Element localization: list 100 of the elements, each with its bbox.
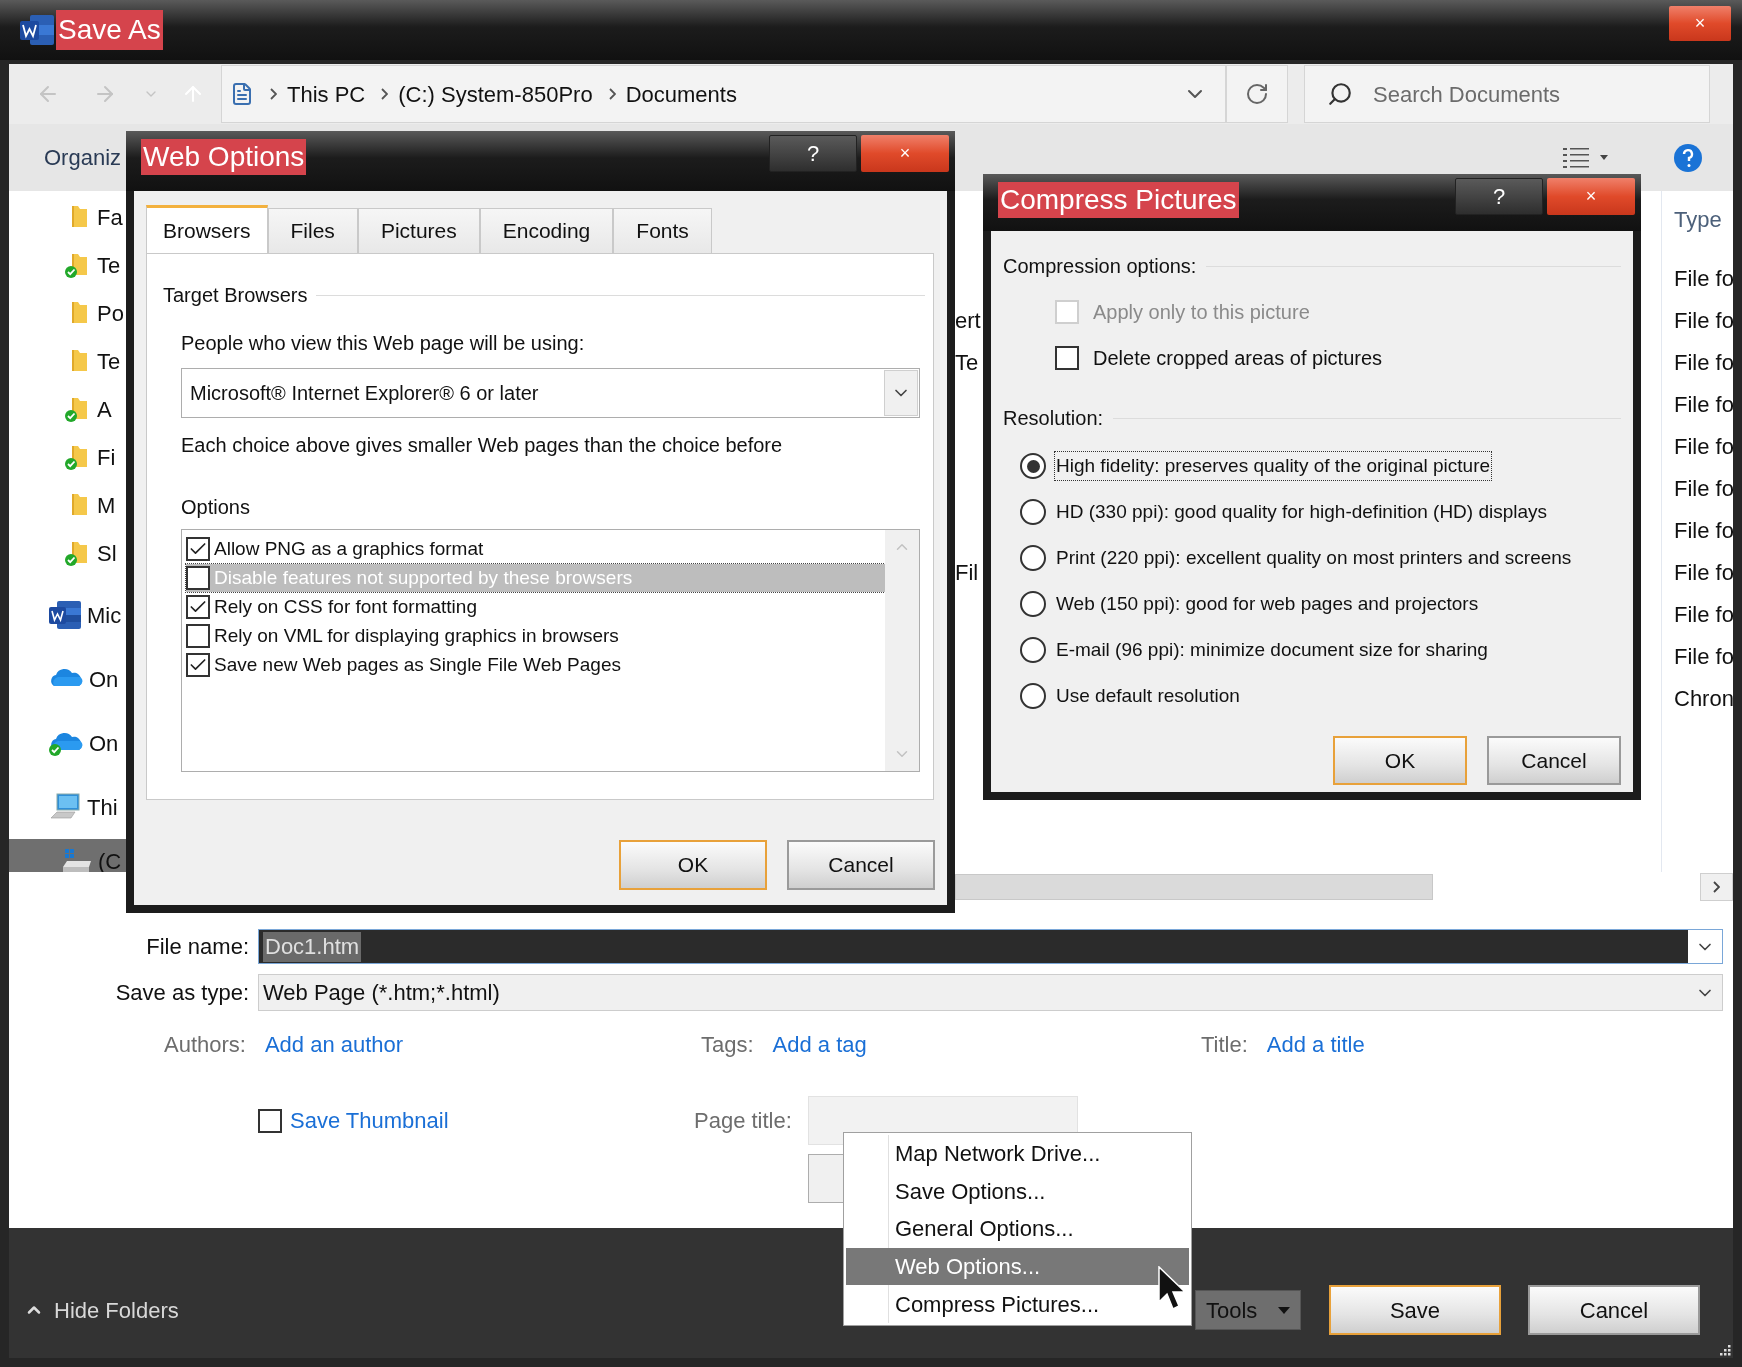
file-type-cell-text: File fo [1674,600,1733,629]
sidebar-item[interactable]: M [9,481,126,529]
radio-button[interactable] [1020,683,1046,709]
radio-label[interactable]: High fidelity: preserves quality of the original picture [1055,451,1492,481]
options-label: Options [181,495,251,520]
menu-item[interactable]: Web Options... [846,1247,1189,1286]
search-field[interactable]: Search Documents [1304,65,1710,123]
group-label: Compression options: [1003,254,1197,279]
synced-folder-icon [65,539,89,567]
search-icon [1327,81,1353,107]
checkbox[interactable] [186,537,210,561]
refresh-button[interactable] [1226,65,1288,123]
tab[interactable]: Fonts [613,208,712,253]
ok-button[interactable]: OK [1333,736,1467,785]
ok-button[interactable]: OK [619,840,767,890]
menu-item[interactable]: Map Network Drive... [846,1135,1189,1173]
sidebar-item[interactable]: Thi [9,775,126,839]
sidebar-item[interactable]: Fi [9,433,126,481]
property-label: Tags: [701,1030,754,1059]
radio-button[interactable] [1020,637,1046,663]
save-thumbnail-label[interactable]: Save Thumbnail [290,1104,449,1137]
sidebar-item[interactable]: A [9,385,126,433]
menu-item[interactable]: Save Options... [846,1172,1189,1211]
address-bar[interactable]: This PC (C:) System-850Pro Documents [221,65,1226,123]
cancel-button[interactable]: Cancel [1487,736,1621,785]
radio-label[interactable]: Print (220 ppi): excellent quality on most printers and screens [1055,543,1573,573]
radio-label[interactable]: E-mail (96 ppi): minimize document size for sharing [1055,635,1489,665]
cancel-button[interactable]: Cancel [1528,1285,1700,1335]
property-link[interactable]: Add a title [1266,1027,1365,1061]
cancel-button[interactable]: Cancel [787,840,935,890]
sidebar-item[interactable]: Fa [9,193,126,241]
window-title: Save As [56,10,163,50]
property-link[interactable]: Add an author [264,1027,404,1061]
sidebar-item[interactable]: Po [9,289,126,337]
tab[interactable]: Encoding [479,208,614,253]
column-header[interactable]: Type [1674,202,1722,236]
option-item[interactable]: Rely on CSS for font formatting [186,593,885,621]
file-type-cell-text: File fo [1674,558,1733,587]
option-item[interactable]: Rely on VML for displaying graphics in browsers [186,622,885,650]
radio-button[interactable] [1020,453,1046,479]
search-input[interactable]: Search Documents [1373,77,1693,111]
property-link[interactable]: Add a tag [772,1027,867,1061]
hide-folders-button[interactable]: Hide Folders [24,1293,179,1327]
scroll-right-button[interactable] [1700,873,1733,901]
radio-label[interactable]: Web (150 ppi): good for web pages and projectors [1055,589,1480,619]
checkbox[interactable] [1055,346,1079,370]
help-icon[interactable] [1673,142,1703,173]
menu-item[interactable]: General Options... [846,1210,1189,1248]
checkbox[interactable] [186,653,210,677]
thumbnail-checkbox[interactable] [258,1108,282,1133]
close-button[interactable]: × [861,135,949,172]
checkbox[interactable] [186,595,210,619]
option-item[interactable]: Allow PNG as a graphics format [186,535,885,563]
scrollbar-thumb[interactable] [955,874,1433,900]
option-item[interactable]: Save new Web pages as Single File Web Pages [186,651,885,679]
group-label: Resolution: [1003,406,1104,431]
sidebar-item[interactable]: Te [9,241,126,289]
chevron-right-icon [1713,881,1720,893]
sidebar-item[interactable]: On [9,711,126,775]
checkbox-label[interactable]: Delete cropped areas of pictures [1093,343,1383,373]
view-list-icon[interactable] [1562,146,1590,169]
breadcrumb-separator-icon [270,88,277,100]
radio-button[interactable] [1020,545,1046,571]
resize-grip-icon[interactable] [1717,1342,1731,1356]
menu-item[interactable]: Compress Pictures... [846,1285,1189,1323]
sidebar-item[interactable]: Mic [9,583,126,647]
file-type-cell-text: File fo [1674,306,1733,335]
word-icon [20,15,54,45]
help-button[interactable]: ? [769,135,857,172]
radio-label[interactable]: HD (330 ppi): good quality for high-definition (HD) displays [1055,497,1549,527]
radio-button[interactable] [1020,499,1046,525]
tools-button[interactable]: Tools [1195,1290,1301,1330]
sidebar-item[interactable]: On [9,647,126,711]
sidebar-item[interactable]: Sl [9,529,126,577]
browser-dropdown[interactable]: Microsoft® Internet Explorer® 6 or later [181,368,920,418]
property-label: Authors: [164,1030,246,1059]
tab[interactable]: Files [267,208,358,253]
save-as-type-dropdown[interactable]: Web Page (*.htm;*.html) [258,974,1723,1011]
radio-label[interactable]: Use default resolution [1055,681,1241,711]
organize-menu[interactable]: Organiz [44,141,122,174]
close-button[interactable]: × [1547,178,1635,215]
file-type-cell-text: File fo [1674,432,1733,461]
checkbox[interactable] [186,624,210,648]
radio-button[interactable] [1020,591,1046,617]
caret-icon[interactable] [1600,155,1608,160]
close-button[interactable]: × [1669,6,1731,41]
breadcrumb-item[interactable]: (C:) System-850Pro [398,77,593,111]
tab[interactable]: Pictures [357,208,480,253]
dialog-title: Compress Pictures [998,182,1239,218]
help-button[interactable]: ? [1455,178,1543,215]
checkbox[interactable] [186,566,210,590]
tab[interactable]: Browsers [146,205,268,253]
sidebar-item[interactable]: Te [9,337,126,385]
breadcrumb-item[interactable]: Documents [625,77,737,111]
file-name-field[interactable]: Doc1.htm [258,929,1723,964]
save-button[interactable]: Save [1329,1285,1501,1335]
field-label: Save as type: [114,979,249,1007]
drive-icon [61,847,93,872]
hint-text: Each choice above gives smaller Web pages than the choice before [181,433,784,458]
breadcrumb-item[interactable]: This PC [287,77,366,111]
